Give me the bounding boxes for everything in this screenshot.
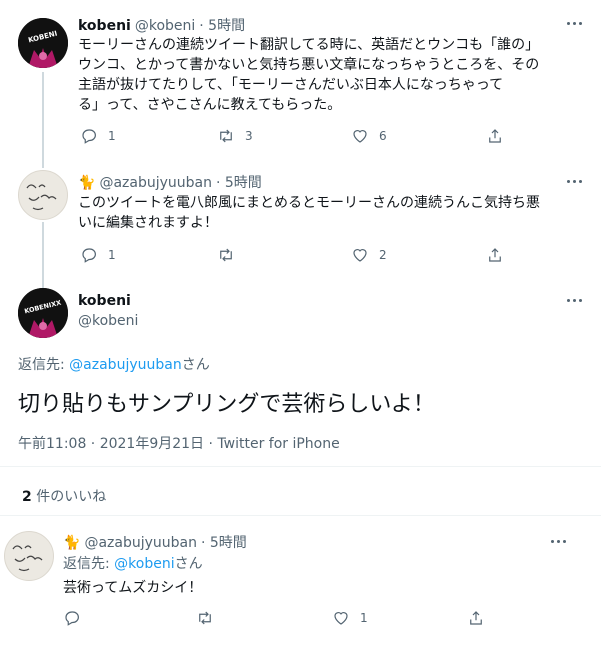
cat-emoji-icon: 🐈 <box>63 535 81 551</box>
retweet-icon <box>220 248 232 262</box>
likes-count-link[interactable]: 2 件のいいね <box>22 486 106 506</box>
reply-icon <box>82 248 96 263</box>
like-button[interactable]: 6 <box>351 127 387 145</box>
author-name[interactable]: kobeni <box>78 293 131 309</box>
like-button[interactable]: 2 <box>351 246 387 264</box>
share-icon <box>470 611 482 625</box>
author-handle[interactable]: @kobeni <box>135 18 195 34</box>
reply-to-line: 返信先: @azabujyuubanさん <box>18 357 210 373</box>
tweet-time[interactable]: · 5時間 <box>199 15 245 35</box>
reply-button[interactable] <box>63 609 81 627</box>
avatar[interactable]: KOBENIXX <box>18 288 68 338</box>
retweet-icon <box>220 129 232 143</box>
thread-connector <box>42 72 44 168</box>
more-options-icon[interactable] <box>567 180 582 183</box>
reply-to-line: 返信先: @kobeniさん <box>63 556 203 572</box>
reply-icon <box>65 611 79 626</box>
heart-icon <box>353 249 367 262</box>
avatar[interactable] <box>4 531 54 581</box>
more-options-icon[interactable] <box>551 540 566 543</box>
share-icon <box>489 248 501 262</box>
reply-to-user-link[interactable]: @kobeni <box>114 556 174 572</box>
share-button[interactable] <box>467 609 485 627</box>
avatar[interactable] <box>18 170 68 220</box>
tweet-text: モーリーさんの連続ツイート翻訳してる時に、英語だとウンコも「誰の」 ウンコ、とか… <box>78 37 540 113</box>
like-button[interactable]: 1 <box>332 609 368 627</box>
tweet-text: このツイートを電八郎風にまとめるとモーリーさんの連続うんこ気持ち悪 いに編集され… <box>78 195 540 231</box>
reply-button[interactable]: 1 <box>80 127 116 145</box>
like-count: 2 <box>379 248 387 262</box>
thread-connector <box>42 222 44 288</box>
reply-count: 1 <box>108 248 116 262</box>
author-name[interactable]: kobeni <box>78 18 131 34</box>
more-options-icon[interactable] <box>567 22 582 25</box>
reply-to-user-link[interactable]: @azabujyuuban <box>69 357 182 373</box>
share-button[interactable] <box>486 246 504 264</box>
author-handle[interactable]: @azabujyuuban <box>84 535 197 551</box>
tweet-timestamp[interactable]: 午前11:08 · 2021年9月21日 · Twitter for iPhon… <box>18 433 340 453</box>
like-count: 6 <box>379 129 387 143</box>
tweet-time[interactable]: · 5時間 <box>216 172 262 192</box>
reply-count: 1 <box>108 129 116 143</box>
retweet-icon <box>199 611 211 625</box>
tweet-time[interactable]: · 5時間 <box>201 532 247 552</box>
more-options-icon[interactable] <box>567 299 582 302</box>
like-count: 1 <box>360 611 368 625</box>
heart-icon <box>353 130 367 143</box>
tweet-text: 芸術ってムズカシイ！ <box>63 580 203 596</box>
author-handle[interactable]: @kobeni <box>78 313 138 329</box>
author-handle[interactable]: @azabujyuuban <box>99 175 212 191</box>
heart-icon <box>334 612 348 625</box>
reply-icon <box>82 129 96 144</box>
share-icon <box>489 129 501 143</box>
share-button[interactable] <box>486 127 504 145</box>
retweet-button[interactable] <box>196 609 214 627</box>
reply-button[interactable]: 1 <box>80 246 116 264</box>
retweet-button[interactable]: 3 <box>217 127 253 145</box>
main-tweet-text: 切り貼りもサンプリングで芸術らしいよ！ <box>18 392 435 417</box>
retweet-count: 3 <box>245 129 253 143</box>
retweet-button[interactable] <box>217 246 235 264</box>
cat-emoji-icon: 🐈 <box>78 175 96 191</box>
avatar[interactable]: KOBENI <box>18 18 68 68</box>
